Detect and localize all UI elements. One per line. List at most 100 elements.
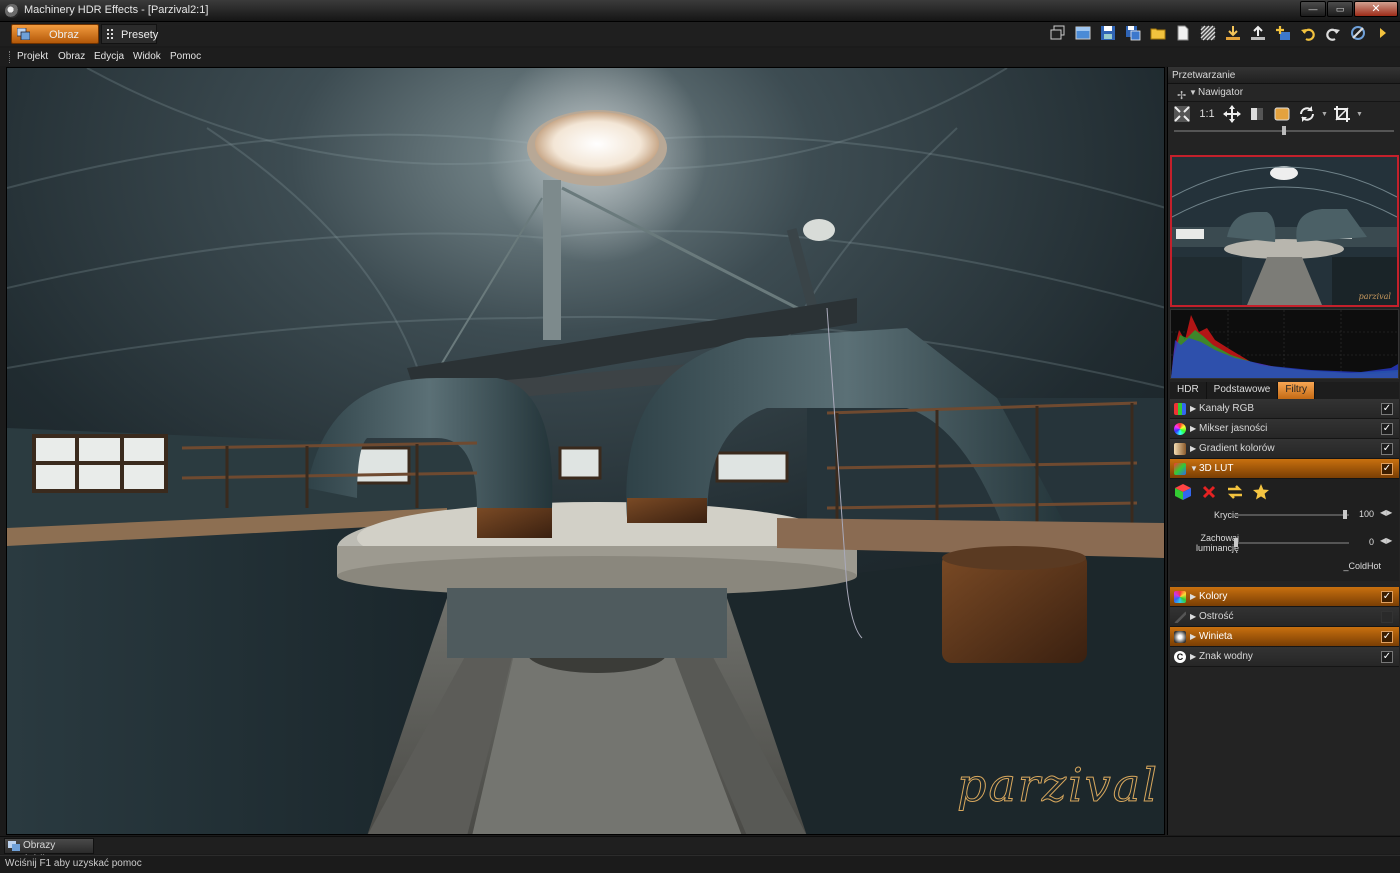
filter-mikser-jasnosci[interactable]: ▶ Mikser jasności ✓ <box>1170 419 1399 439</box>
opacity-spin-icon[interactable]: ◀▶ <box>1380 508 1392 517</box>
redo-button[interactable] <box>1324 24 1342 42</box>
color-gradient-icon <box>1174 443 1186 455</box>
preserve-spin-icon[interactable]: ◀▶ <box>1380 536 1392 545</box>
minimize-button[interactable]: — <box>1300 1 1326 17</box>
filter-mikser-jasnosci-checkbox[interactable]: ✓ <box>1381 423 1393 435</box>
expand-arrow-icon[interactable]: ▶ <box>1190 439 1196 459</box>
save-as-button[interactable] <box>1124 24 1142 42</box>
zoom-slider-thumb[interactable] <box>1282 126 1286 135</box>
tab-filtry[interactable]: Filtry <box>1278 382 1316 399</box>
expand-arrow-icon[interactable]: ▶ <box>1190 587 1196 607</box>
collapse-arrow-icon[interactable]: ▼ <box>1189 84 1197 102</box>
opacity-thumb[interactable] <box>1343 510 1347 519</box>
filter-3d-lut[interactable]: ▼ 3D LUT ✓ <box>1170 459 1399 479</box>
undo-button[interactable] <box>1299 24 1317 42</box>
preserve-luminance-value[interactable]: 0 <box>1354 537 1374 547</box>
navigator-header[interactable]: ✢ ▼ Nawigator <box>1168 84 1400 102</box>
tab-presety[interactable]: Presety <box>101 24 158 44</box>
filter-ostrosc-checkbox[interactable] <box>1381 611 1393 623</box>
menu-edycja[interactable]: Edycja <box>94 51 124 62</box>
rotate-dropdown-icon[interactable]: ▼ <box>1321 111 1328 118</box>
tab-hdr[interactable]: HDR <box>1170 382 1207 399</box>
filter-3d-lut-checkbox[interactable]: ✓ <box>1381 463 1393 475</box>
lut-cube-icon <box>1174 463 1186 475</box>
favorite-star-icon[interactable] <box>1252 483 1270 501</box>
rotate-button[interactable] <box>1296 104 1318 124</box>
pin-icon[interactable]: ✢ <box>1177 87 1186 105</box>
windows-button[interactable] <box>1049 24 1067 42</box>
maximize-button[interactable]: ▭ <box>1327 1 1353 17</box>
ribbon: Obraz Presety <box>0 22 1400 46</box>
frame-button[interactable] <box>1271 104 1293 124</box>
menu-projekt[interactable]: Projekt <box>17 51 48 62</box>
filter-ostrosc[interactable]: ▶ Ostrość <box>1170 607 1399 627</box>
image-canvas[interactable]: parzival <box>6 67 1165 835</box>
windows-icon <box>1050 25 1065 40</box>
menu-grip <box>9 51 11 63</box>
close-button[interactable]: ✕ <box>1354 1 1398 17</box>
pattern-icon <box>1200 25 1216 41</box>
save-button[interactable] <box>1099 24 1117 42</box>
crop-button[interactable] <box>1331 104 1353 124</box>
lut-cube-button-icon[interactable] <box>1174 483 1192 501</box>
image-button[interactable] <box>1074 24 1092 42</box>
filter-list: ▶ Kanały RGB ✓ ▶ Mikser jasności ✓ ▶ Gra… <box>1170 399 1399 667</box>
preserve-luminance-slider[interactable]: Zachowaj luminancję 0 ◀▶ <box>1170 533 1399 555</box>
opacity-slider[interactable]: Krycie 100 ◀▶ <box>1170 505 1399 527</box>
more-button[interactable] <box>1374 24 1392 42</box>
tab-podstawowe[interactable]: Podstawowe <box>1207 382 1279 399</box>
menu-obraz[interactable]: Obraz <box>58 51 85 62</box>
expand-arrow-icon[interactable]: ▶ <box>1190 627 1196 647</box>
filter-kolory-checkbox[interactable]: ✓ <box>1381 591 1393 603</box>
filter-gradient-kolorow[interactable]: ▶ Gradient kolorów ✓ <box>1170 439 1399 459</box>
menu-pomoc[interactable]: Pomoc <box>170 51 201 62</box>
new-file-button[interactable] <box>1174 24 1192 42</box>
zoom-slider[interactable] <box>1174 126 1394 136</box>
pan-button[interactable] <box>1221 104 1243 124</box>
filter-kolory[interactable]: ▶ Kolory ✓ <box>1170 587 1399 607</box>
copyright-watermark-icon: C <box>1174 651 1186 663</box>
collapse-arrow-icon[interactable]: ▼ <box>1190 459 1198 479</box>
filter-kanaly-rgb[interactable]: ▶ Kanały RGB ✓ <box>1170 399 1399 419</box>
expand-arrow-icon[interactable]: ▶ <box>1190 647 1196 667</box>
import-button[interactable] <box>1224 24 1242 42</box>
navigator-preview-image <box>1172 157 1397 305</box>
filter-winieta[interactable]: ▶ Winieta ✓ <box>1170 627 1399 647</box>
filter-znak-wodny[interactable]: C ▶ Znak wodny ✓ <box>1170 647 1399 667</box>
opacity-value[interactable]: 100 <box>1354 509 1374 519</box>
expand-arrow-icon[interactable]: ▶ <box>1190 607 1196 627</box>
pan-icon <box>1223 105 1241 123</box>
lut-file-name[interactable]: _ColdHot <box>1343 561 1381 571</box>
filter-kanaly-rgb-checkbox[interactable]: ✓ <box>1381 403 1393 415</box>
zoom-1-1-button[interactable]: 1:1 <box>1196 104 1218 124</box>
add-button[interactable] <box>1274 24 1292 42</box>
filter-winieta-checkbox[interactable]: ✓ <box>1381 631 1393 643</box>
expand-arrow-icon[interactable]: ▶ <box>1190 419 1196 439</box>
swap-icon[interactable] <box>1226 483 1244 501</box>
tab-obraz[interactable]: Obraz <box>11 24 99 44</box>
navigator-thumbnail[interactable]: parzival <box>1170 155 1399 307</box>
export-button[interactable] <box>1249 24 1267 42</box>
compare-button[interactable] <box>1246 104 1268 124</box>
source-images-bar: Obrazy źródłowe <box>0 836 1400 865</box>
source-images-icon <box>8 841 20 851</box>
redo-icon <box>1326 28 1340 41</box>
open-folder-button[interactable] <box>1149 24 1167 42</box>
preserve-luminance-thumb[interactable] <box>1234 538 1238 547</box>
crop-dropdown-icon[interactable]: ▼ <box>1356 111 1363 118</box>
filter-gradient-kolorow-checkbox[interactable]: ✓ <box>1381 443 1393 455</box>
window-title: Machinery HDR Effects - [Parzival2:1] <box>24 4 209 16</box>
hdr-photo <box>7 68 1164 834</box>
pattern-button[interactable] <box>1199 24 1217 42</box>
fit-button[interactable] <box>1171 104 1193 124</box>
source-images-tab[interactable]: Obrazy źródłowe <box>4 838 94 865</box>
crop-icon <box>1333 106 1350 122</box>
app-logo-icon <box>5 4 19 18</box>
processing-tabs: HDR Podstawowe Filtry <box>1170 382 1399 399</box>
compare-icon <box>1251 108 1263 120</box>
settings-button[interactable] <box>1349 24 1367 42</box>
filter-znak-wodny-checkbox[interactable]: ✓ <box>1381 651 1393 663</box>
expand-arrow-icon[interactable]: ▶ <box>1190 399 1196 419</box>
remove-icon[interactable] <box>1200 483 1218 501</box>
menu-widok[interactable]: Widok <box>133 51 161 62</box>
